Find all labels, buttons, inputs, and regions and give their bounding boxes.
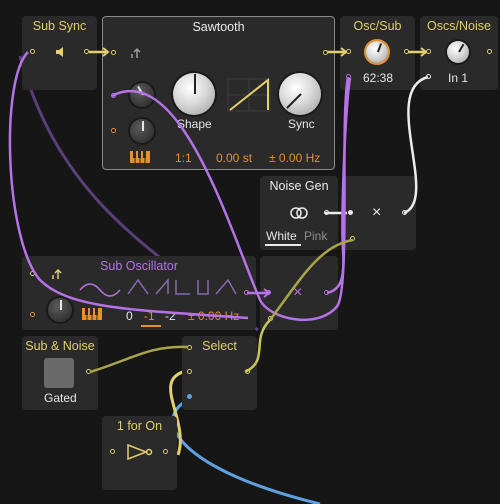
- oscs-noise-input-a-port[interactable]: [426, 49, 431, 54]
- sub-noise-module[interactable]: Sub & Noise Gated: [22, 336, 98, 410]
- osc-sub-module[interactable]: Osc/Sub 62:38: [340, 16, 415, 90]
- saw-wave-icon: [227, 77, 271, 112]
- hz-value[interactable]: ± 0.00 Hz: [269, 151, 320, 165]
- oscs-noise-mix-value: In 1: [448, 71, 469, 85]
- sawtooth-pitch-input-port[interactable]: [111, 93, 116, 98]
- tab-white-underline: [265, 244, 301, 246]
- sub-vca-input-port[interactable]: [266, 290, 271, 295]
- octave-option-minus2[interactable]: -2: [165, 309, 176, 323]
- noise-vca-input-port[interactable]: [348, 210, 353, 215]
- select-module[interactable]: Select: [182, 336, 257, 410]
- one-for-on-input-port[interactable]: [110, 449, 115, 454]
- keyboard-icon: [82, 308, 102, 320]
- oscs-noise-input-b-port[interactable]: [426, 74, 431, 79]
- sub-osc-knob[interactable]: [48, 298, 72, 322]
- octave-option-minus1[interactable]: -1: [144, 309, 155, 323]
- sub-sync-module[interactable]: Sub Sync: [22, 16, 97, 90]
- sub-noise-output-port[interactable]: [86, 369, 91, 374]
- sub-oscillator-module[interactable]: Sub Oscillator 0 -1 -2 ± 0.00 Hz: [22, 256, 256, 330]
- one-for-on-title: 1 for On: [116, 419, 163, 433]
- sub-wave-shapes-icon: [79, 277, 237, 297]
- sawtooth-sync-input-port[interactable]: [111, 50, 116, 55]
- sub-osc-mod-port[interactable]: [30, 312, 35, 317]
- sawtooth-mod-knob[interactable]: [130, 119, 154, 143]
- osc-sub-output-port[interactable]: [404, 49, 409, 54]
- osc-sub-title: Osc/Sub: [353, 19, 402, 33]
- shape-label: Shape: [177, 117, 212, 131]
- sub-osc-sync-port[interactable]: [30, 271, 35, 276]
- osc-sub-input-a-port[interactable]: [346, 49, 351, 54]
- sawtooth-mod-input-port[interactable]: [111, 128, 116, 133]
- noise-gen-output-port[interactable]: [324, 210, 329, 215]
- gated-button[interactable]: [44, 358, 74, 388]
- osc-sub-mix-knob[interactable]: [366, 41, 388, 63]
- sync-label: Sync: [288, 117, 315, 131]
- select-title: Select: [202, 339, 237, 353]
- oscs-noise-module[interactable]: Oscs/Noise In 1: [420, 16, 498, 90]
- noise-vca-output-port[interactable]: [402, 210, 407, 215]
- sub-sync-input-port[interactable]: [30, 49, 35, 54]
- gated-label: Gated: [44, 391, 77, 405]
- oscs-noise-title: Oscs/Noise: [427, 19, 491, 33]
- select-gate-port[interactable]: [187, 345, 192, 350]
- sub-sync-title: Sub Sync: [32, 19, 87, 33]
- sub-vca-multiply-icon: ×: [293, 284, 303, 301]
- sawtooth-module[interactable]: Sawtooth Shape Sync 1:1 0.00 st ± 0.00 H…: [102, 16, 335, 170]
- sub-vca-module[interactable]: ×: [260, 256, 338, 330]
- select-output-port[interactable]: [245, 369, 250, 374]
- noise-vca-module[interactable]: ×: [342, 176, 416, 250]
- tab-white[interactable]: White: [266, 229, 297, 243]
- octave-selected-underline: [141, 325, 161, 327]
- one-for-on-output-port[interactable]: [163, 449, 168, 454]
- sawtooth-pitch-knob[interactable]: [130, 83, 154, 107]
- sawtooth-output-port[interactable]: [323, 50, 328, 55]
- semitones-value[interactable]: 0.00 st: [216, 151, 252, 165]
- one-for-on-module[interactable]: 1 for On: [102, 416, 177, 490]
- noise-vca-multiply-icon: ×: [372, 204, 382, 221]
- tab-pink[interactable]: Pink: [304, 229, 327, 243]
- sub-vca-gain-port[interactable]: [268, 316, 273, 321]
- sync-knob[interactable]: [279, 73, 321, 115]
- speaker-icon: [56, 47, 63, 57]
- octave-option-0[interactable]: 0: [126, 309, 133, 323]
- ratio-value[interactable]: 1:1: [175, 151, 192, 165]
- noise-vca-gain-port[interactable]: [350, 236, 355, 241]
- sub-sync-output-port[interactable]: [84, 49, 89, 54]
- sawtooth-title: Sawtooth: [192, 20, 245, 34]
- not-gate-icon: [127, 443, 153, 461]
- sub-osc-hz-value[interactable]: ± 0.00 Hz: [188, 309, 239, 323]
- oscs-noise-output-port[interactable]: [487, 49, 492, 54]
- osc-sub-mix-value: 62:38: [363, 71, 394, 85]
- rings-icon: [290, 207, 308, 219]
- pitch-arrow-icon: [131, 47, 141, 58]
- sub-vca-output-port[interactable]: [324, 290, 329, 295]
- oscs-noise-mix-knob[interactable]: [447, 41, 469, 63]
- noise-gen-module[interactable]: Noise Gen White Pink: [260, 176, 338, 250]
- select-input-a-port[interactable]: [187, 369, 192, 374]
- sub-osc-output-port[interactable]: [244, 290, 249, 295]
- shape-knob[interactable]: [173, 73, 215, 115]
- sub-noise-title: Sub & Noise: [25, 339, 95, 353]
- osc-sub-input-b-port[interactable]: [346, 74, 351, 79]
- keyboard-icon: [130, 151, 150, 163]
- noise-gen-title: Noise Gen: [269, 179, 329, 193]
- select-input-b-port[interactable]: [187, 394, 192, 399]
- pitch-arrow-icon: [52, 268, 62, 279]
